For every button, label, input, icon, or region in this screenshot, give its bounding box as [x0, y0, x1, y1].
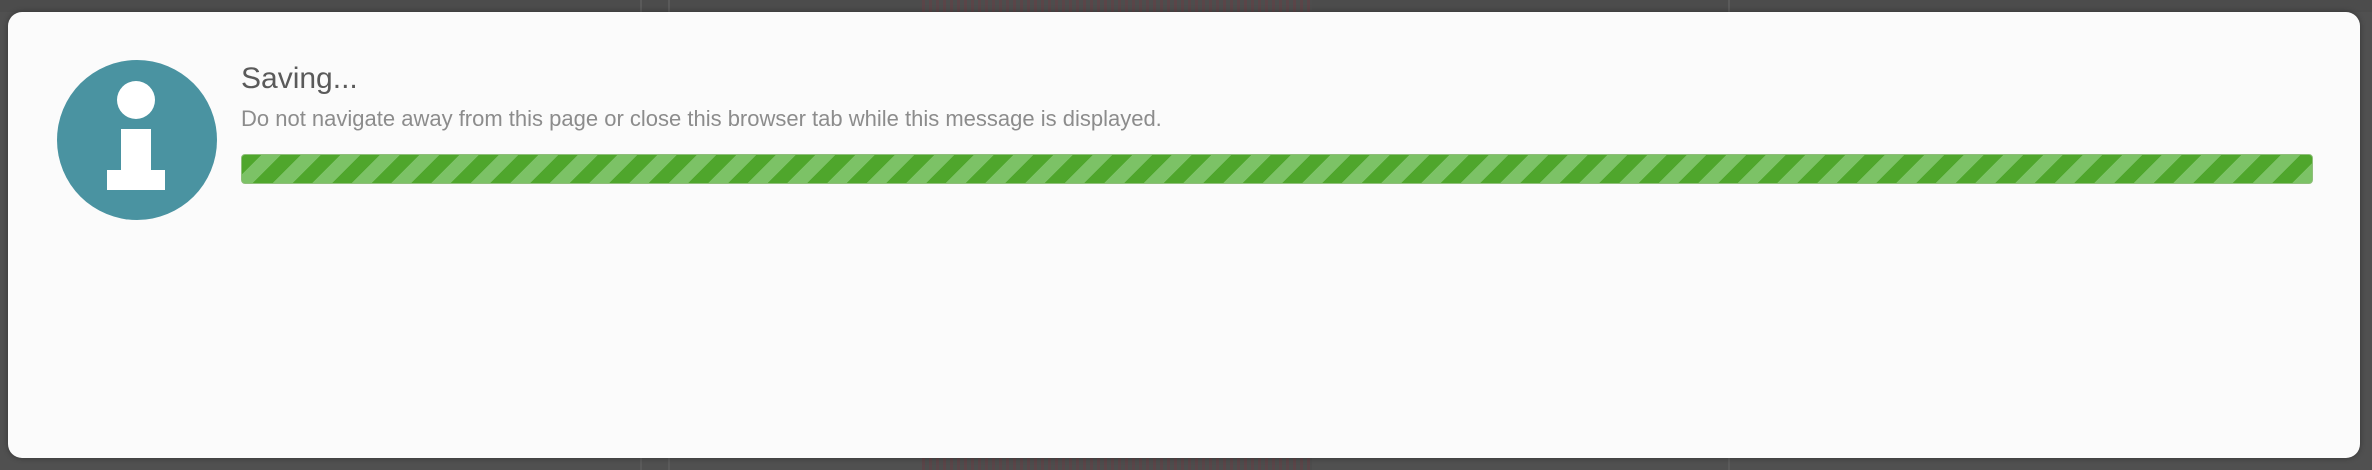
dialog-title: Saving...: [241, 62, 358, 95]
saving-dialog: Saving... Do not navigate away from this…: [8, 12, 2360, 458]
dialog-message: Do not navigate away from this page or c…: [241, 106, 1162, 131]
info-glyph: [107, 81, 165, 190]
progress-bar-fill: [242, 155, 2312, 183]
info-icon: [57, 60, 217, 220]
progress-bar: [241, 154, 2313, 184]
